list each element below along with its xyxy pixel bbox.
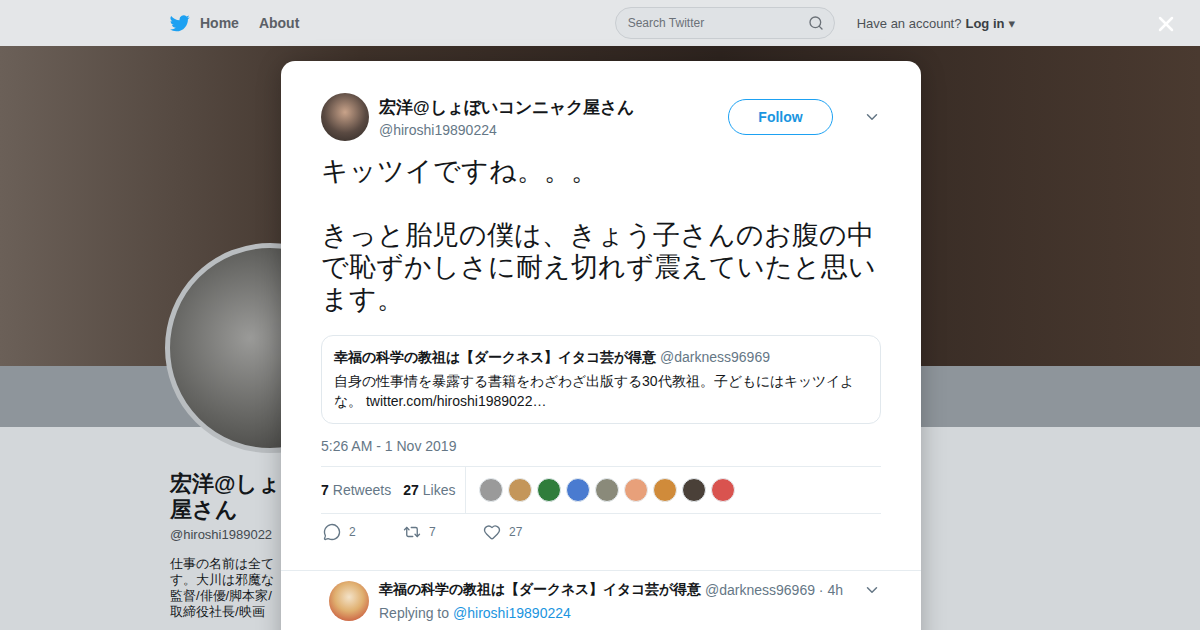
tweet-time[interactable]: 5:26 AM - 1 Nov 2019	[321, 438, 881, 454]
liker-avatar[interactable]	[566, 478, 590, 502]
tweet-modal: 宏洋@しょぼいコンニャク屋さん @hiroshi19890224 Follow キッツ…	[281, 61, 921, 630]
author: 宏洋@しょぼいコンニャク屋さん @hiroshi19890224	[379, 96, 718, 138]
like-action[interactable]: 27	[483, 523, 563, 541]
retweet-stat[interactable]: 7Retweets	[321, 482, 391, 498]
liker-avatar[interactable]	[537, 478, 561, 502]
tweet-header: 宏洋@しょぼいコンニャク屋さん @hiroshi19890224 Follow	[321, 93, 881, 141]
reply-action[interactable]: 2	[323, 523, 403, 541]
liker-avatar[interactable]	[479, 478, 503, 502]
reply-content: 幸福の科学の教祖は【ダークネス】イタコ芸が得意@darkness96969 · …	[379, 581, 881, 621]
liker-avatar[interactable]	[682, 478, 706, 502]
tweet-text: キッツイですね。。。 きっと胎児の僕は、きょう子さんのお腹の中で恥ずかしさに耐え…	[321, 155, 881, 315]
search-field[interactable]: Search Twitter	[615, 7, 835, 39]
login-caret[interactable]: ▾	[1008, 16, 1015, 31]
retweet-action[interactable]: 7	[403, 523, 483, 541]
reply-name[interactable]: 幸福の科学の教祖は【ダークネス】イタコ芸が得意	[379, 581, 701, 599]
quoted-tweet[interactable]: 幸福の科学の教祖は【ダークネス】イタコ芸が得意@darkness96969 自身の…	[321, 335, 881, 424]
tweet-actions: 2727	[321, 514, 881, 541]
nav-link[interactable]: Home	[198, 15, 249, 31]
quoted-header: 幸福の科学の教祖は【ダークネス】イタコ芸が得意@darkness96969	[334, 349, 868, 367]
twitter-logo-icon[interactable]	[170, 15, 190, 32]
author-avatar[interactable]	[321, 93, 369, 141]
reply-header: 幸福の科学の教祖は【ダークネス】イタコ芸が得意@darkness96969 · …	[379, 581, 881, 599]
like-icon[interactable]	[483, 523, 501, 541]
retweet-icon[interactable]	[403, 523, 421, 541]
likers	[466, 467, 735, 513]
liker-avatar[interactable]	[711, 478, 735, 502]
nav-link[interactable]: About	[257, 15, 309, 31]
like-stat[interactable]: 27Likes	[403, 482, 455, 498]
mention-link[interactable]: @hiroshi19890224	[453, 605, 571, 621]
chevron-down-icon[interactable]	[863, 108, 881, 126]
reply-icon[interactable]	[323, 523, 341, 541]
account-prompt: Have an account?Log in▾	[857, 16, 1015, 31]
quoted-text: 自身の性事情を暴露する書籍をわざわざ出版する30代教祖。子どもにはキッツイよな。…	[334, 371, 868, 411]
liker-avatar[interactable]	[508, 478, 532, 502]
reply-meta: @darkness96969 · 4h	[705, 582, 859, 598]
top-nav: HomeAboutSearch TwitterHave an account?L…	[0, 0, 1200, 46]
liker-avatar[interactable]	[653, 478, 677, 502]
search-icon[interactable]	[808, 15, 824, 31]
reply-avatar[interactable]	[329, 581, 369, 621]
reply-menu[interactable]	[863, 581, 881, 599]
author-handle[interactable]: @hiroshi19890224	[379, 122, 718, 138]
nav-links: Home About	[170, 15, 309, 32]
author-name[interactable]: 宏洋@しょぼいコンニャク屋さん	[379, 96, 718, 119]
liker-avatar[interactable]	[624, 478, 648, 502]
tweet: 宏洋@しょぼいコンニャク屋さん @hiroshi19890224 Follow キッツ…	[281, 61, 921, 570]
stat-counts: 7Retweets 27Likes	[321, 467, 466, 513]
tweet-menu[interactable]	[863, 108, 881, 126]
follow-button[interactable]: Follow	[728, 99, 833, 135]
quoted-handle: @darkness96969	[660, 349, 770, 365]
login-link[interactable]: Log in	[965, 16, 1004, 31]
tweet-stats: 7Retweets 27Likes	[321, 466, 881, 514]
search-placeholder: Search Twitter	[628, 16, 808, 30]
close-button[interactable]	[1154, 12, 1178, 36]
twitter-page: HomeAboutSearch TwitterHave an account?L…	[0, 0, 1200, 630]
quoted-link[interactable]: twitter.com/hiroshi1989022…	[366, 393, 547, 409]
liker-avatar[interactable]	[595, 478, 619, 502]
quoted-name: 幸福の科学の教祖は【ダークネス】イタコ芸が得意	[334, 349, 656, 367]
reply-tweet[interactable]: 幸福の科学の教祖は【ダークネス】イタコ芸が得意@darkness96969 · …	[281, 570, 921, 621]
close-icon[interactable]	[1154, 12, 1178, 36]
chevron-down-icon[interactable]	[863, 581, 881, 599]
replying-to: Replying to@hiroshi19890224	[379, 605, 881, 621]
